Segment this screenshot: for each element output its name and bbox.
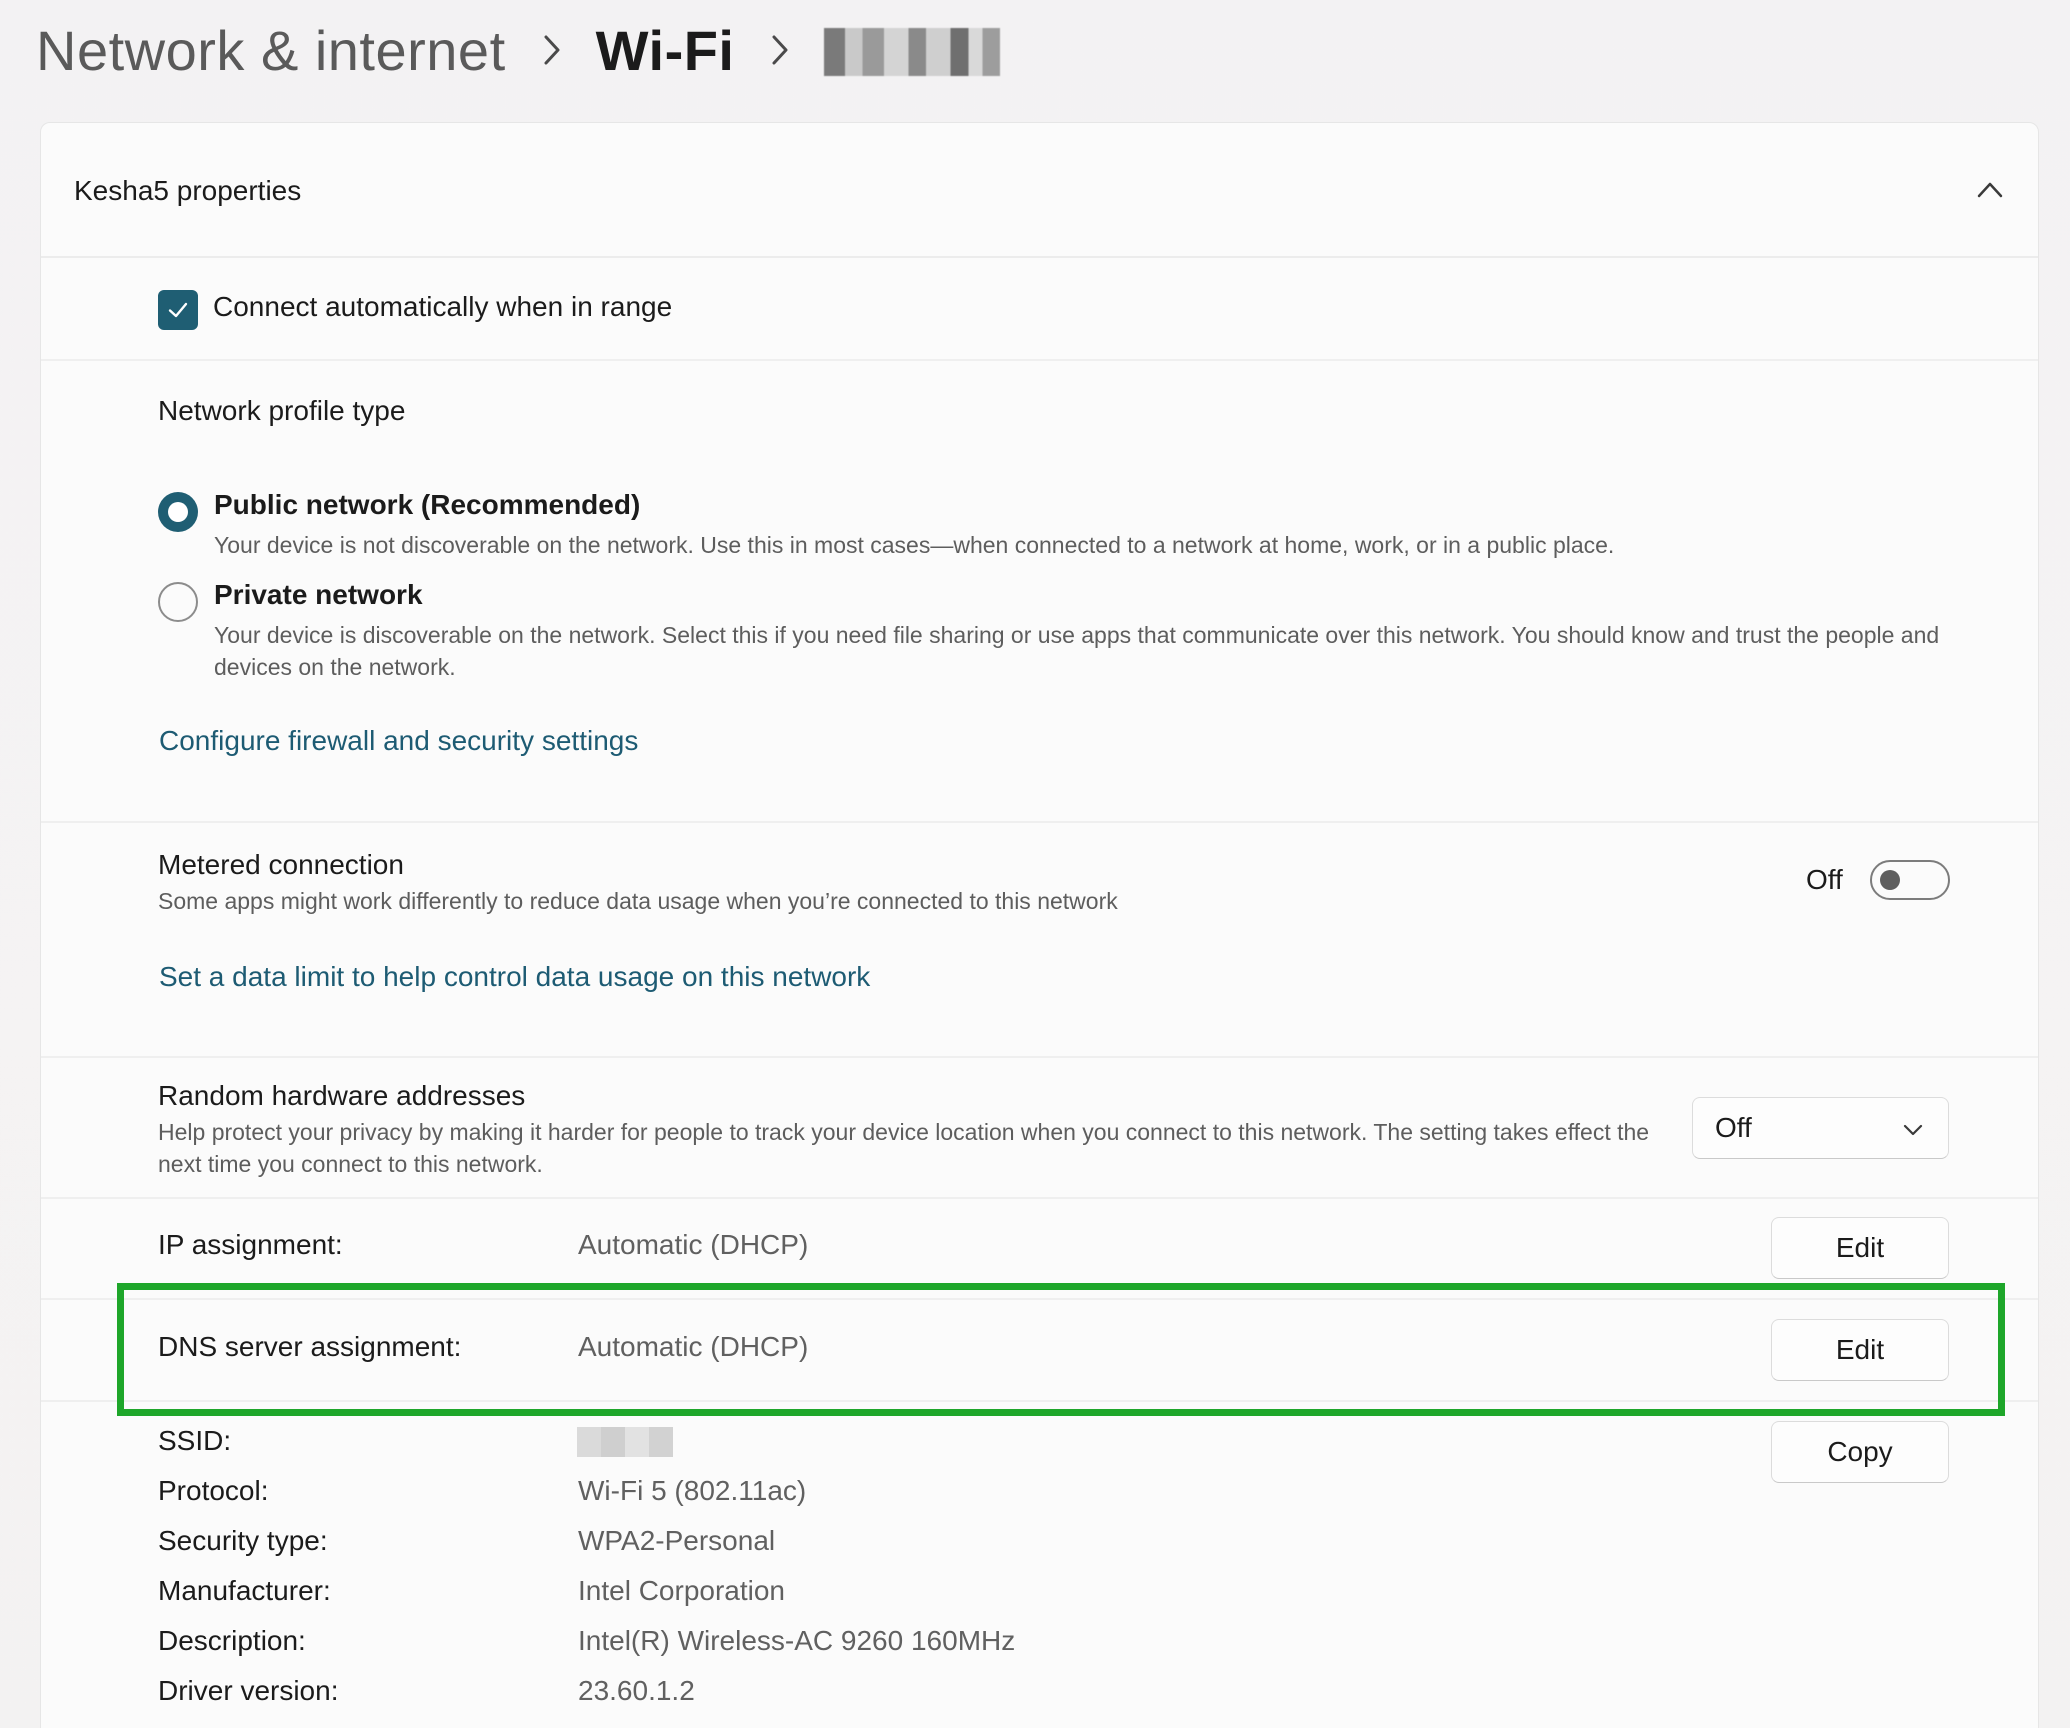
public-network-label[interactable]: Public network (Recommended) bbox=[214, 489, 640, 521]
configure-firewall-link[interactable]: Configure firewall and security settings bbox=[159, 725, 638, 757]
random-hardware-selected: Off bbox=[1715, 1112, 1752, 1143]
chevron-right-icon bbox=[770, 33, 790, 67]
card-header[interactable]: Kesha5 properties bbox=[41, 123, 2038, 258]
card-title: Kesha5 properties bbox=[74, 175, 302, 206]
divider bbox=[41, 1298, 2038, 1300]
manufacturer-label: Manufacturer: bbox=[158, 1575, 331, 1606]
description-label: Description: bbox=[158, 1625, 306, 1656]
driver-version-value: 23.60.1.2 bbox=[578, 1675, 695, 1706]
divider bbox=[41, 1197, 2038, 1199]
description-value: Intel(R) Wireless-AC 9260 160MHz bbox=[578, 1625, 1016, 1656]
checkmark-icon bbox=[168, 302, 188, 318]
private-network-radio[interactable] bbox=[158, 582, 198, 622]
private-network-label[interactable]: Private network bbox=[214, 579, 423, 611]
set-data-limit-link[interactable]: Set a data limit to help control data us… bbox=[159, 961, 870, 993]
security-type-value: WPA2-Personal bbox=[578, 1525, 776, 1556]
ssid-value-redacted bbox=[577, 1427, 673, 1457]
metered-connection-description: Some apps might work differently to redu… bbox=[158, 888, 1118, 914]
ip-assignment-value: Automatic (DHCP) bbox=[578, 1229, 809, 1260]
dns-assignment-edit-button[interactable]: Edit bbox=[1771, 1319, 1949, 1381]
copy-button[interactable]: Copy bbox=[1771, 1421, 1949, 1483]
dns-assignment-value: Automatic (DHCP) bbox=[578, 1331, 809, 1362]
properties-card: Kesha5 properties Connect automatically … bbox=[40, 122, 2039, 1728]
breadcrumb-network-internet[interactable]: Network & internet bbox=[36, 18, 506, 83]
driver-version-label: Driver version: bbox=[158, 1675, 339, 1706]
divider bbox=[41, 1400, 2038, 1402]
public-network-description: Your device is not discoverable on the n… bbox=[214, 532, 1615, 558]
divider bbox=[41, 1056, 2038, 1058]
network-profile-heading: Network profile type bbox=[158, 395, 406, 426]
chevron-up-icon[interactable] bbox=[1976, 179, 2004, 201]
divider bbox=[41, 821, 2038, 823]
divider bbox=[41, 359, 2038, 361]
breadcrumb-wifi[interactable]: Wi-Fi bbox=[596, 18, 735, 83]
metered-connection-title: Metered connection bbox=[158, 849, 404, 880]
public-network-radio[interactable] bbox=[158, 492, 198, 532]
chevron-right-icon bbox=[542, 33, 562, 67]
connect-automatically-checkbox[interactable] bbox=[158, 290, 198, 330]
random-hardware-description: Help protect your privacy by making it h… bbox=[158, 1119, 1650, 1177]
breadcrumb-network-name-redacted bbox=[824, 28, 1001, 76]
protocol-label: Protocol: bbox=[158, 1475, 269, 1506]
private-network-description: Your device is discoverable on the netwo… bbox=[214, 622, 1940, 680]
chevron-down-icon bbox=[1902, 1112, 1924, 1144]
dns-assignment-label: DNS server assignment: bbox=[158, 1331, 462, 1362]
random-hardware-dropdown[interactable]: Off bbox=[1692, 1097, 1949, 1159]
ip-assignment-label: IP assignment: bbox=[158, 1229, 343, 1260]
security-type-label: Security type: bbox=[158, 1525, 328, 1556]
protocol-value: Wi-Fi 5 (802.11ac) bbox=[578, 1475, 807, 1506]
metered-toggle-state: Off bbox=[1806, 864, 1843, 895]
connect-automatically-label[interactable]: Connect automatically when in range bbox=[213, 291, 672, 323]
ip-assignment-edit-button[interactable]: Edit bbox=[1771, 1217, 1949, 1279]
ssid-label: SSID: bbox=[158, 1425, 232, 1456]
metered-connection-toggle[interactable] bbox=[1870, 860, 1950, 900]
random-hardware-title: Random hardware addresses bbox=[158, 1080, 526, 1111]
breadcrumb: Network & internet Wi-Fi bbox=[36, 10, 1001, 90]
manufacturer-value: Intel Corporation bbox=[578, 1575, 786, 1606]
